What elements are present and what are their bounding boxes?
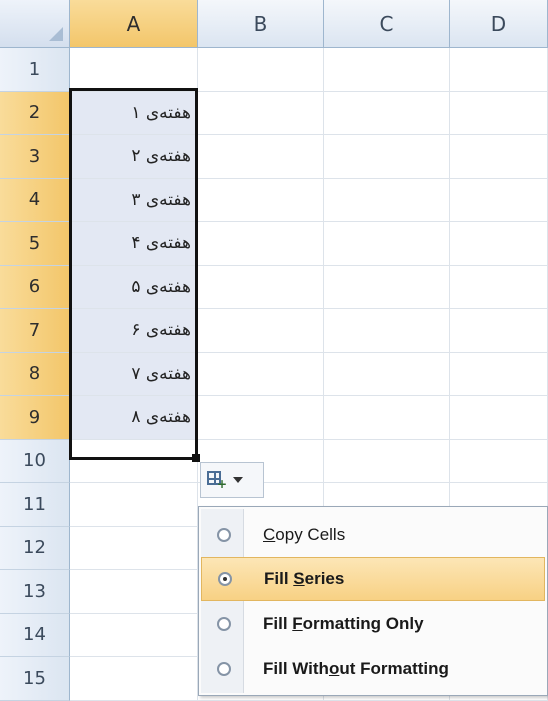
cell-a12[interactable]	[70, 526, 198, 570]
cell-b6[interactable]	[198, 265, 324, 309]
column-header-b[interactable]: B	[198, 0, 324, 48]
cell-c9[interactable]	[324, 396, 450, 440]
cell-text: هفته‌ی ۲	[131, 146, 191, 167]
menu-item-label: Fill Formatting Only	[263, 614, 424, 633]
cell-d9[interactable]	[450, 396, 548, 440]
row-header-15[interactable]: 15	[0, 657, 70, 701]
cell-a14[interactable]	[70, 613, 198, 657]
cell-a5[interactable]: هفته‌ی ۴	[70, 222, 198, 266]
cell-a13[interactable]	[70, 570, 198, 614]
cell-d8[interactable]	[450, 352, 548, 396]
cell-d4[interactable]	[450, 178, 548, 222]
cell-d10[interactable]	[450, 439, 548, 483]
cell-a10[interactable]	[70, 439, 198, 483]
cell-text: هفته‌ی ۱	[131, 102, 191, 123]
cell-b4[interactable]	[198, 178, 324, 222]
row-header-1[interactable]: 1	[0, 48, 70, 92]
row-header-11[interactable]: 11	[0, 483, 70, 527]
cell-a15[interactable]	[70, 657, 198, 701]
cell-d3[interactable]	[450, 135, 548, 179]
autofill-options-menu: Copy Cells Fill Series Fill Formatting Onl…	[198, 506, 548, 696]
select-all-triangle-icon	[49, 27, 63, 41]
cell-d7[interactable]	[450, 309, 548, 353]
menu-item-fill-series[interactable]: Fill Series	[201, 557, 545, 601]
column-header-c[interactable]: C	[324, 0, 450, 48]
menu-item-copy-cells[interactable]: Copy Cells	[201, 513, 545, 557]
menu-item-label: Fill Series	[264, 569, 345, 588]
cell-c4[interactable]	[324, 178, 450, 222]
cell-text: هفته‌ی ۳	[131, 189, 191, 210]
cell-b7[interactable]	[198, 309, 324, 353]
row-header-10[interactable]: 10	[0, 439, 70, 483]
row-header-3[interactable]: 3	[0, 135, 70, 179]
menu-item-label: Copy Cells	[263, 525, 346, 544]
cell-text: هفته‌ی ۵	[131, 276, 191, 297]
row-header-8[interactable]: 8	[0, 352, 70, 396]
cell-b3[interactable]	[198, 135, 324, 179]
row-header-4[interactable]: 4	[0, 178, 70, 222]
row-header-7[interactable]: 7	[0, 309, 70, 353]
row-header-2[interactable]: 2	[0, 91, 70, 135]
cell-a1[interactable]	[70, 48, 198, 92]
menu-item-fill-formatting-only[interactable]: Fill Formatting Only	[201, 602, 545, 646]
cell-d6[interactable]	[450, 265, 548, 309]
row-header-6[interactable]: 6	[0, 265, 70, 309]
chevron-down-icon	[233, 477, 243, 483]
cell-c2[interactable]	[324, 91, 450, 135]
radio-icon	[217, 662, 231, 676]
cell-a9[interactable]: هفته‌ی ۸	[70, 396, 198, 440]
cell-d2[interactable]	[450, 91, 548, 135]
cell-a4[interactable]: هفته‌ی ۳	[70, 178, 198, 222]
autofill-options-button[interactable]: +	[200, 462, 264, 498]
row-header-12[interactable]: 12	[0, 526, 70, 570]
row-header-5[interactable]: 5	[0, 222, 70, 266]
cell-a11[interactable]	[70, 483, 198, 527]
radio-icon	[217, 617, 231, 631]
cell-b9[interactable]	[198, 396, 324, 440]
row-header-13[interactable]: 13	[0, 570, 70, 614]
spreadsheet-grid: A B C D 1 2 هفته‌ی ۱ 3 هفته‌ی ۲ 4 هفته‌ی ۳ 5 هفت…	[0, 0, 548, 701]
radio-icon	[217, 528, 231, 542]
cell-c3[interactable]	[324, 135, 450, 179]
cell-a6[interactable]: هفته‌ی ۵	[70, 265, 198, 309]
cell-c6[interactable]	[324, 265, 450, 309]
row-header-9[interactable]: 9	[0, 396, 70, 440]
cell-text: هفته‌ی ۷	[131, 363, 191, 384]
cell-text: هفته‌ی ۴	[131, 233, 191, 254]
cell-c7[interactable]	[324, 309, 450, 353]
cell-text: هفته‌ی ۶	[131, 320, 191, 341]
cell-d1[interactable]	[450, 48, 548, 92]
cell-b8[interactable]	[198, 352, 324, 396]
cell-a2[interactable]: هفته‌ی ۱	[70, 91, 198, 135]
cell-text: هفته‌ی ۸	[131, 407, 191, 428]
cell-d5[interactable]	[450, 222, 548, 266]
row-header-14[interactable]: 14	[0, 613, 70, 657]
cell-c10[interactable]	[324, 439, 450, 483]
cell-b2[interactable]	[198, 91, 324, 135]
cell-b1[interactable]	[198, 48, 324, 92]
column-header-a[interactable]: A	[70, 0, 198, 48]
cell-a8[interactable]: هفته‌ی ۷	[70, 352, 198, 396]
menu-item-fill-without-formatting[interactable]: Fill Without Formatting	[201, 647, 545, 691]
radio-icon	[218, 572, 232, 586]
cell-b5[interactable]	[198, 222, 324, 266]
autofill-options-icon: +	[207, 471, 227, 491]
cell-c5[interactable]	[324, 222, 450, 266]
cell-c1[interactable]	[324, 48, 450, 92]
cell-a3[interactable]: هفته‌ی ۲	[70, 135, 198, 179]
menu-item-label: Fill Without Formatting	[263, 659, 449, 678]
cell-c8[interactable]	[324, 352, 450, 396]
cell-a7[interactable]: هفته‌ی ۶	[70, 309, 198, 353]
fill-handle[interactable]	[192, 454, 200, 462]
select-all-button[interactable]	[0, 0, 70, 48]
column-header-d[interactable]: D	[450, 0, 548, 48]
